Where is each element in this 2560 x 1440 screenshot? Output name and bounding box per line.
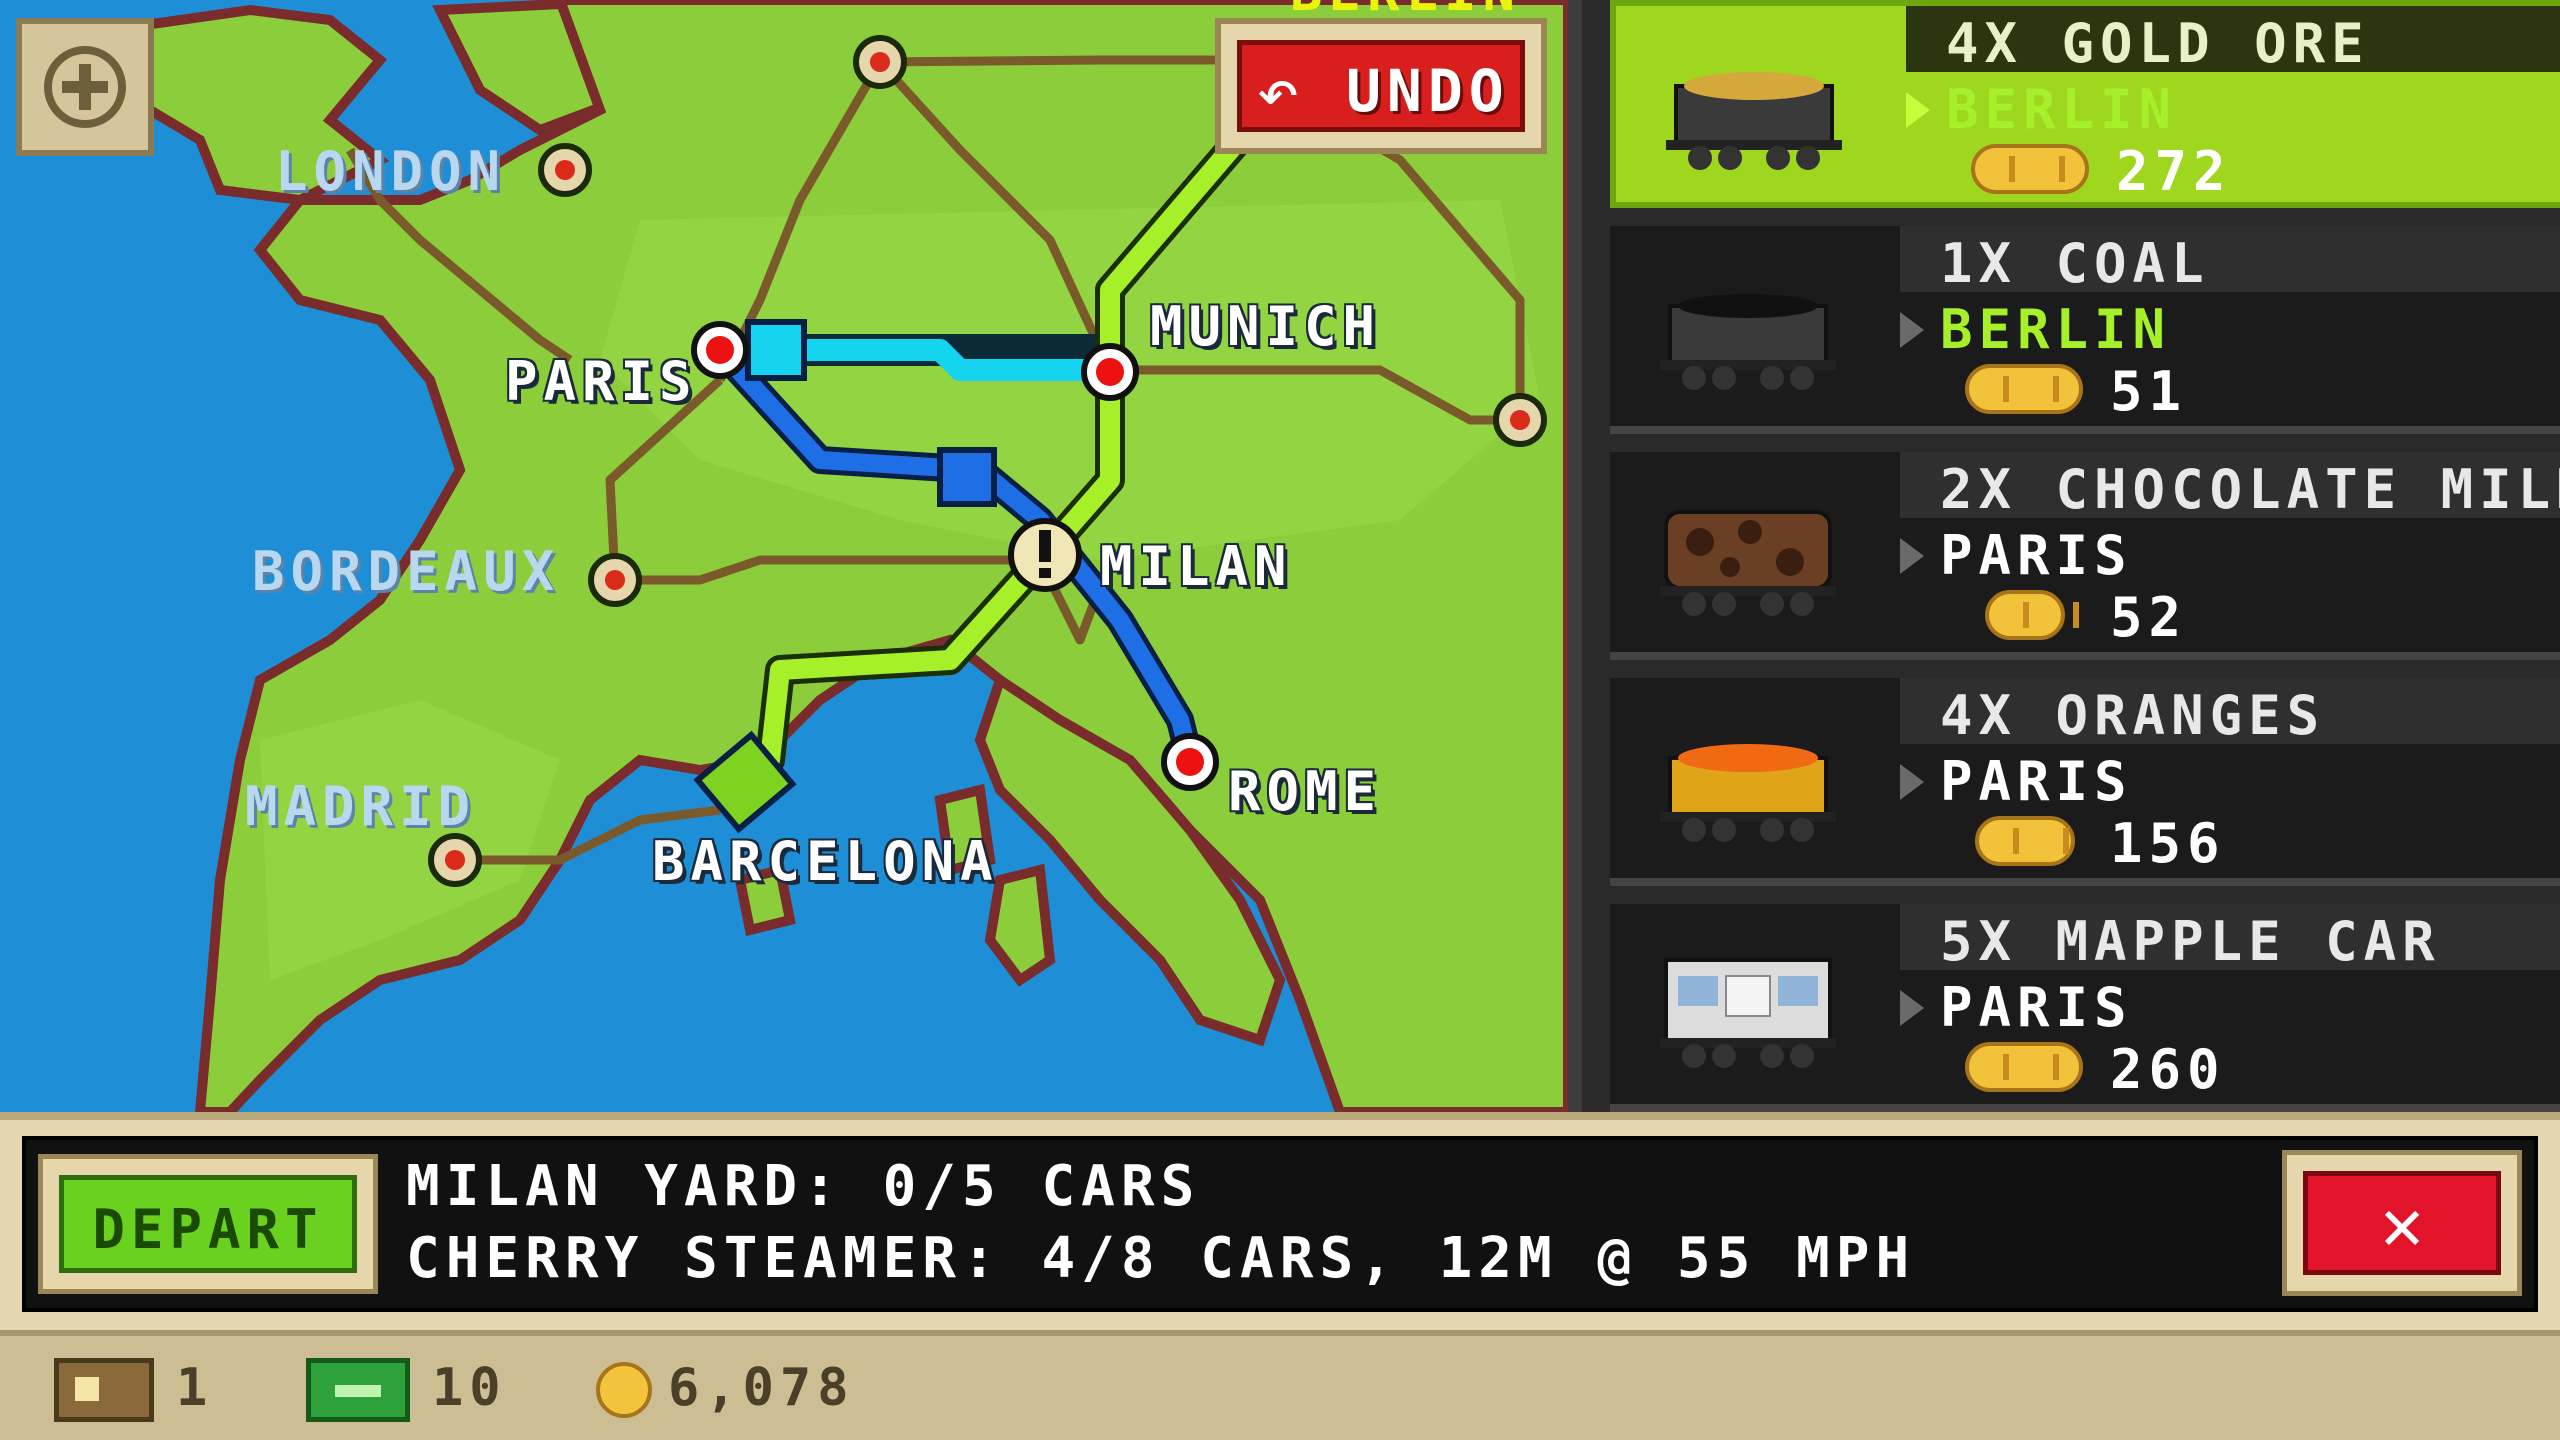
cargo-destination: BERLIN bbox=[1940, 298, 2172, 361]
cargo-payout: 272 bbox=[2116, 140, 2232, 203]
cargo-item-oranges[interactable]: 4X ORANGES PARIS 156 bbox=[1610, 678, 2560, 886]
cargo-payout: 156 bbox=[2110, 812, 2226, 875]
cargo-item-mapple-car[interactable]: 5X MAPPLE CAR PARIS 260 bbox=[1610, 904, 2560, 1112]
cargo-title: 1X COAL bbox=[1940, 232, 2210, 295]
cargo-item-coal[interactable]: 1X COAL BERLIN 51 bbox=[1610, 226, 2560, 434]
chevron-right-icon bbox=[1900, 764, 1924, 800]
close-icon: ✕ bbox=[2380, 1182, 2424, 1266]
depart-label: DEPART bbox=[92, 1198, 324, 1261]
milk-tanker-icon bbox=[1660, 510, 1836, 616]
city-label-milan: MILAN bbox=[1100, 535, 1293, 598]
cargo-payout: 52 bbox=[2110, 586, 2188, 649]
cargo-title: 5X MAPPLE CAR bbox=[1940, 910, 2441, 973]
orange-hopper-icon bbox=[1660, 744, 1836, 842]
cargo-title: 2X CHOCOLATE MILK bbox=[1940, 458, 2560, 521]
yard-status: MILAN YARD: 0/5 CARS bbox=[406, 1154, 1201, 1219]
zoom-in-button[interactable] bbox=[16, 18, 154, 156]
resource-bar: 1 10 6,078 bbox=[0, 1330, 2560, 1440]
cargo-title: 4X GOLD ORE bbox=[1946, 12, 2370, 75]
cars-count: 1 bbox=[176, 1358, 214, 1418]
ore-hopper-icon bbox=[1666, 72, 1842, 170]
city-label-bordeaux: BORDEAUX bbox=[252, 540, 561, 603]
coin-count: 6,078 bbox=[668, 1358, 855, 1418]
chevron-right-icon bbox=[1900, 312, 1924, 348]
close-button[interactable]: ✕ bbox=[2282, 1150, 2522, 1296]
map-terrain bbox=[102, 0, 1568, 1112]
cash-count: 10 bbox=[432, 1358, 507, 1418]
coin-stack-icon bbox=[1965, 1042, 2083, 1092]
cargo-destination: PARIS bbox=[1940, 750, 2133, 813]
undo-arrow-icon: ↶ bbox=[1256, 49, 1300, 133]
chevron-right-icon bbox=[1906, 92, 1930, 128]
cash-icon bbox=[306, 1358, 410, 1422]
coin-icon bbox=[596, 1362, 652, 1418]
cargo-destination: PARIS bbox=[1940, 976, 2133, 1039]
depart-button[interactable]: DEPART bbox=[38, 1154, 378, 1294]
city-label-london: LONDON bbox=[275, 140, 507, 203]
city-label-paris: PARIS bbox=[505, 350, 698, 413]
undo-button[interactable]: ↶ UNDO bbox=[1215, 18, 1547, 154]
cargo-payout: 260 bbox=[2110, 1038, 2226, 1101]
cargo-title: 4X ORANGES bbox=[1940, 684, 2326, 747]
city-label-munich: MUNICH bbox=[1150, 295, 1382, 358]
cargo-sidebar[interactable]: 4X GOLD ORE BERLIN 272 1X COAL BERLIN 51 bbox=[1568, 0, 2560, 1112]
coin-stack-icon bbox=[1971, 144, 2089, 194]
undo-label: UNDO bbox=[1346, 57, 1510, 125]
chevron-right-icon bbox=[1900, 990, 1924, 1026]
coal-hopper-icon bbox=[1660, 294, 1836, 390]
city-label-madrid: MADRID bbox=[245, 775, 477, 838]
cargo-destination: BERLIN bbox=[1946, 78, 2178, 141]
chevron-right-icon bbox=[1900, 538, 1924, 574]
coin-stack-icon bbox=[1975, 816, 2075, 866]
cargo-payout: 51 bbox=[2110, 360, 2188, 423]
cargo-destination: PARIS bbox=[1940, 524, 2133, 587]
train-panel: DEPART MILAN YARD: 0/5 CARS CHERRY STEAM… bbox=[0, 1112, 2560, 1330]
route-map[interactable]: BERLIN LONDON PARIS BORDEAUX MUNICH MILA… bbox=[0, 0, 1568, 1112]
cargo-item-chocolate-milk[interactable]: 2X CHOCOLATE MILK PARIS 52 bbox=[1610, 452, 2560, 660]
train-car-icon bbox=[54, 1358, 154, 1422]
train-status: CHERRY STEAMER: 4/8 CARS, 12M @ 55 MPH bbox=[406, 1226, 1916, 1291]
coin-stack-icon bbox=[1985, 590, 2079, 640]
city-label-rome: ROME bbox=[1228, 760, 1383, 823]
coin-stack-icon bbox=[1965, 364, 2083, 414]
city-label-barcelona: BARCELONA bbox=[652, 830, 999, 893]
cargo-item-gold-ore[interactable]: 4X GOLD ORE BERLIN 272 bbox=[1610, 0, 2560, 208]
mapple-car-icon bbox=[1660, 958, 1836, 1068]
